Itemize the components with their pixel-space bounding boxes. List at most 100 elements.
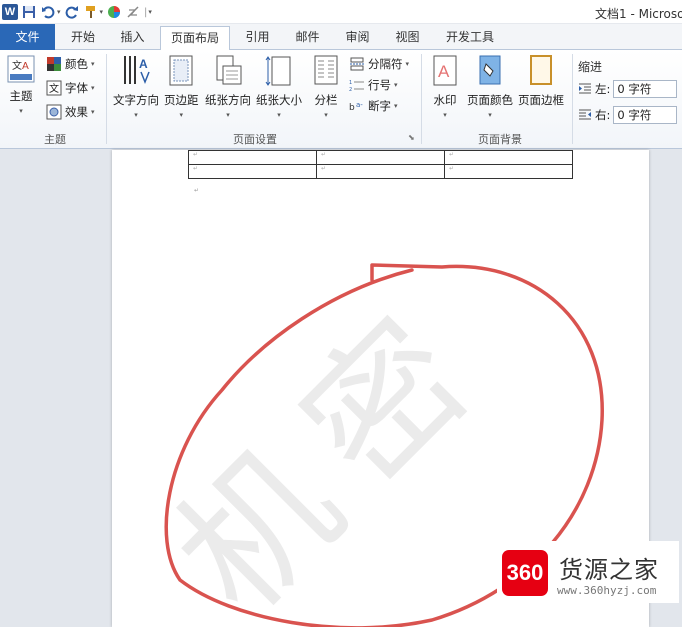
theme-colors-dropdown-icon: ▾ — [91, 60, 95, 68]
page-borders-icon — [530, 55, 552, 85]
page-color-button[interactable]: 页面颜色 ▾ — [467, 54, 513, 119]
brand-url: www.360hyzj.com — [557, 584, 657, 597]
line-numbers-icon: 12 — [349, 80, 364, 92]
theme-fonts-label: 字体 — [65, 81, 88, 95]
orientation-label: 纸张方向 — [205, 93, 251, 107]
group-separator — [421, 54, 422, 144]
page-color-icon — [479, 55, 501, 85]
redo-icon[interactable] — [64, 4, 80, 20]
indent-title: 缩进 — [578, 60, 603, 74]
watermark-icon: A — [433, 55, 457, 86]
tab-review[interactable]: 审阅 — [335, 26, 380, 50]
page-borders-label: 页面边框 — [518, 93, 564, 107]
hyphenation-label: 断字 — [368, 99, 391, 113]
indent-right-label: 右: — [595, 108, 611, 122]
tab-mailings[interactable]: 邮件 — [285, 26, 330, 50]
svg-text:A: A — [139, 57, 148, 71]
hyphenation-dropdown-icon: ▾ — [394, 102, 398, 110]
text-direction-button[interactable]: A 文字方向 ▾ — [113, 54, 159, 119]
window-title: 文档1 - Microso — [595, 7, 682, 21]
tab-references[interactable]: 引用 — [235, 26, 280, 50]
orientation-icon — [216, 55, 242, 85]
page-borders-button[interactable]: 页面边框 — [518, 54, 564, 108]
save-icon[interactable] — [21, 4, 37, 20]
breaks-dropdown-icon: ▾ — [405, 60, 410, 68]
ribbon-tabs: 文件 开始 插入 页面布局 引用 邮件 审阅 视图 开发工具 — [0, 24, 682, 51]
theme-colors-label: 颜色 — [65, 57, 88, 71]
title-bar: W ▾ ▾ | ▾ 文档1 - Microso — [0, 0, 682, 24]
tab-developer[interactable]: 开发工具 — [437, 26, 503, 50]
watermark-dropdown-icon: ▾ — [443, 111, 447, 119]
indent-left-input[interactable]: 0 字符 — [613, 80, 678, 98]
columns-label: 分栏 — [314, 93, 338, 107]
columns-button[interactable]: 分栏 ▾ — [313, 54, 339, 119]
margins-button[interactable]: 页边距 ▾ — [164, 54, 199, 119]
line-numbers-label: 行号 — [368, 78, 391, 92]
svg-text:文: 文 — [12, 59, 22, 72]
indent-right-icon — [579, 109, 591, 120]
watermark-text: 机密 — [144, 268, 522, 627]
hyphenation-icon: b a- — [349, 101, 363, 113]
watermark-button[interactable]: A 水印 ▾ — [431, 54, 459, 119]
tab-file[interactable]: 文件 — [0, 24, 55, 50]
tab-view[interactable]: 视图 — [385, 26, 430, 50]
theme-group-label: 主题 — [44, 133, 66, 146]
line-numbers-button[interactable]: 12 行号 ▾ — [349, 77, 398, 93]
theme-fonts-dropdown-icon: ▾ — [91, 84, 95, 92]
themes-button[interactable]: 文 A 主题 ▾ — [6, 54, 36, 115]
brand-name: 货源之家 — [559, 556, 659, 584]
hyphenation-button[interactable]: b a- 断字 ▾ — [349, 98, 398, 114]
page-setup-group-label: 页面设置 — [233, 133, 277, 146]
customize-toolbar-icon[interactable]: ▾ — [148, 8, 152, 16]
theme-effects-dropdown-icon: ▾ — [91, 108, 95, 116]
page-background-group-label: 页面背景 — [478, 133, 522, 146]
tab-insert[interactable]: 插入 — [110, 26, 155, 50]
themes-label: 主题 — [9, 89, 33, 103]
text-direction-label: 文字方向 — [113, 93, 159, 107]
svg-text:b: b — [349, 103, 355, 113]
svg-text:文: 文 — [49, 82, 59, 95]
format-painter-dropdown-icon[interactable]: ▾ — [100, 8, 104, 16]
svg-text:A: A — [22, 61, 29, 72]
page-color-dropdown-icon: ▾ — [488, 111, 492, 119]
columns-dropdown-icon: ▾ — [324, 111, 328, 119]
word-app-icon[interactable]: W — [2, 4, 18, 20]
line-numbers-dropdown-icon: ▾ — [394, 81, 398, 89]
theme-effects-label: 效果 — [65, 105, 88, 119]
text-direction-dropdown-icon: ▾ — [134, 111, 138, 119]
orientation-button[interactable]: 纸张方向 ▾ — [205, 54, 251, 119]
brand-badge: 360 — [502, 550, 548, 596]
color-wheel-icon[interactable] — [106, 4, 122, 20]
indent-right-row: 右: 0 字符 — [578, 106, 678, 124]
paper-size-label: 纸张大小 — [256, 93, 302, 107]
paper-size-button[interactable]: 纸张大小 ▾ — [256, 54, 302, 119]
margins-dropdown-icon: ▾ — [179, 111, 183, 119]
theme-fonts-button[interactable]: 文 字体 ▾ — [46, 80, 95, 96]
paper-size-dropdown-icon: ▾ — [277, 111, 281, 119]
group-separator — [106, 54, 107, 144]
margins-icon — [169, 55, 193, 86]
group-separator — [572, 54, 573, 144]
margins-label: 页边距 — [164, 93, 199, 107]
toolbar-separator: | — [144, 6, 148, 18]
tab-home[interactable]: 开始 — [58, 26, 108, 50]
svg-text:a-: a- — [356, 101, 363, 109]
undo-dropdown-icon[interactable]: ▾ — [57, 8, 61, 16]
ribbon: 文 A 主题 ▾ 颜色 ▾ 文 字体 ▾ 效果 ▾ 主题 A 文字方向 ▾ 页边距 ▾ — [0, 50, 682, 149]
page-color-label: 页面颜色 — [467, 93, 513, 107]
tab-page-layout[interactable]: 页面布局 — [160, 26, 230, 51]
theme-effects-button[interactable]: 效果 ▾ — [46, 104, 95, 120]
indent-left-row: 左: 0 字符 — [578, 80, 678, 98]
breaks-icon — [350, 57, 364, 71]
paper-size-icon — [265, 56, 291, 86]
brand-logo: 360 货源之家 www.360hyzj.com — [497, 541, 679, 603]
palette-icon — [47, 57, 61, 71]
indent-right-input[interactable]: 0 字符 — [613, 106, 678, 124]
themes-icon: 文 A — [7, 55, 35, 83]
page-setup-launcher-icon[interactable]: ⬊ — [408, 133, 415, 142]
theme-colors-button[interactable]: 颜色 ▾ — [46, 56, 95, 72]
eraser-icon[interactable] — [125, 4, 141, 20]
undo-icon[interactable] — [40, 4, 56, 20]
format-painter-icon[interactable] — [83, 4, 99, 20]
breaks-button[interactable]: 分隔符 ▾ — [349, 56, 409, 72]
